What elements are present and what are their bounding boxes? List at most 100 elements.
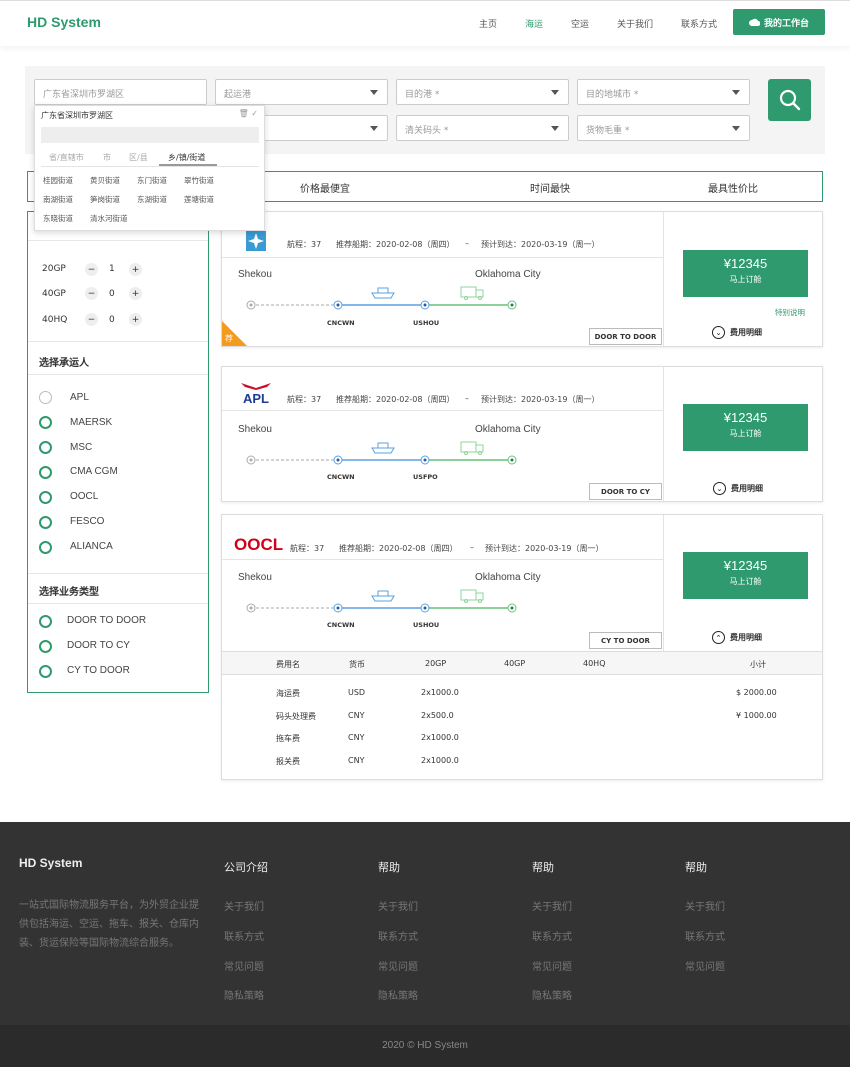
carrier-label[interactable]: MAERSK xyxy=(70,417,112,428)
service-label[interactable]: CY TO DOOR xyxy=(67,665,130,676)
footer-link[interactable]: 联系方式 xyxy=(224,928,264,943)
site-logo[interactable]: HD System xyxy=(27,14,101,30)
workbench-button[interactable]: 我的工作台 xyxy=(733,9,825,35)
footer-link[interactable]: 隐私策略 xyxy=(532,987,572,1002)
origin-city: Shekou xyxy=(238,424,272,435)
service-type-tag: DOOR TO CY xyxy=(589,483,662,500)
fee-detail-toggle[interactable]: ⌄ 费用明细 xyxy=(712,326,762,339)
trash-icon[interactable]: 🗑 xyxy=(239,109,249,118)
check-icon[interactable]: ✓ xyxy=(251,109,258,118)
carrier-radio[interactable] xyxy=(39,416,52,429)
sail-date: 推荐船期：2020-02-08（周四） xyxy=(339,544,458,553)
minus-button[interactable]: − xyxy=(85,287,98,300)
book-button[interactable]: ¥12345 马上订舱 xyxy=(683,250,808,297)
carrier-label[interactable]: ALIANCA xyxy=(70,541,113,552)
street-option[interactable]: 南湖街道 xyxy=(43,194,73,205)
workbench-label: 我的工作台 xyxy=(763,18,809,29)
dropdown-search-bar[interactable] xyxy=(41,127,259,143)
arrival-date: 预计到达：2020-03-19（周一） xyxy=(485,544,604,553)
footer-link[interactable]: 联系方式 xyxy=(532,928,572,943)
service-radio[interactable] xyxy=(39,615,52,628)
service-radio[interactable] xyxy=(39,665,52,678)
top-header: HD System 主页 海运 空运 关于我们 联系方式 我的工作台 xyxy=(0,0,850,46)
street-option[interactable]: 东门街道 xyxy=(137,175,167,186)
carrier-label[interactable]: APL xyxy=(70,392,89,403)
col-currency: 货币 xyxy=(349,660,365,669)
street-option[interactable]: 东湖街道 xyxy=(137,194,167,205)
sort-cheapest[interactable]: 价格最便宜 xyxy=(300,180,350,195)
footer-link[interactable]: 关于我们 xyxy=(378,898,418,913)
footer-link[interactable]: 隐私策略 xyxy=(378,987,418,1002)
nav-contact[interactable]: 联系方式 xyxy=(681,17,717,30)
tab-street[interactable]: 乡/镇/街道 xyxy=(168,152,205,163)
footer-link[interactable]: 常见问题 xyxy=(224,958,264,973)
carrier-radio[interactable] xyxy=(39,441,52,454)
street-option[interactable]: 翠竹街道 xyxy=(184,175,214,186)
plus-button[interactable]: + xyxy=(129,313,142,326)
minus-button[interactable]: − xyxy=(85,313,98,326)
cargo-weight-placeholder: 货物毛重 * xyxy=(586,126,630,136)
service-radio[interactable] xyxy=(39,640,52,653)
service-label[interactable]: DOOR TO CY xyxy=(67,640,130,651)
street-option[interactable]: 东晓街道 xyxy=(43,213,73,224)
tab-province[interactable]: 省/直辖市 xyxy=(49,152,84,163)
carrier-label[interactable]: FESCO xyxy=(70,516,104,527)
plus-button[interactable]: + xyxy=(129,287,142,300)
footer-link[interactable]: 常见问题 xyxy=(532,958,572,973)
street-option[interactable]: 笋岗街道 xyxy=(90,194,120,205)
container-label: 20GP xyxy=(42,264,66,274)
footer-link[interactable]: 联系方式 xyxy=(378,928,418,943)
nav-air-freight[interactable]: 空运 xyxy=(571,17,589,30)
tab-city[interactable]: 市 xyxy=(103,152,111,163)
street-option[interactable]: 莲塘街道 xyxy=(184,194,214,205)
carrier-label[interactable]: OOCL xyxy=(70,491,98,502)
fee-20gp: 2x1000.0 xyxy=(421,756,459,765)
search-button[interactable] xyxy=(768,79,811,121)
book-label: 马上订舱 xyxy=(729,577,762,586)
sort-fastest[interactable]: 时间最快 xyxy=(530,180,570,195)
fee-detail-toggle[interactable]: ⌃ 费用明细 xyxy=(712,631,762,644)
footer-link[interactable]: 常见问题 xyxy=(685,958,725,973)
cargo-weight-select[interactable]: 货物毛重 * xyxy=(577,115,750,141)
footer-link[interactable]: 关于我们 xyxy=(685,898,725,913)
nav-sea-freight[interactable]: 海运 xyxy=(525,17,543,30)
street-option[interactable]: 清水河街道 xyxy=(90,213,128,224)
origin-port-select[interactable]: 起运港 xyxy=(215,79,388,105)
service-heading: 选择业务类型 xyxy=(39,587,99,598)
carrier-label[interactable]: CMA CGM xyxy=(70,466,118,477)
nav-home[interactable]: 主页 xyxy=(479,17,497,30)
clear-port-select[interactable]: 清关码头 * xyxy=(396,115,569,141)
book-button[interactable]: ¥12345 马上订舱 xyxy=(683,552,808,599)
plus-button[interactable]: + xyxy=(129,263,142,276)
minus-button[interactable]: − xyxy=(85,263,98,276)
book-label: 马上订舱 xyxy=(729,429,762,438)
footer-link[interactable]: 隐私策略 xyxy=(224,987,264,1002)
street-option[interactable]: 黄贝街道 xyxy=(90,175,120,186)
book-button[interactable]: ¥12345 马上订舱 xyxy=(683,404,808,451)
col-40gp: 40GP xyxy=(504,659,526,668)
chevron-down-icon xyxy=(732,90,740,95)
street-option[interactable]: 桂园街道 xyxy=(43,175,73,186)
tab-district[interactable]: 区/县 xyxy=(129,152,148,163)
footer-link[interactable]: 常见问题 xyxy=(378,958,418,973)
special-note-link[interactable]: 特别说明 xyxy=(775,307,805,318)
footer-link[interactable]: 关于我们 xyxy=(532,898,572,913)
carrier-label[interactable]: MSC xyxy=(70,442,92,453)
nav-about[interactable]: 关于我们 xyxy=(617,17,653,30)
carrier-radio[interactable] xyxy=(39,516,52,529)
service-label[interactable]: DOOR TO DOOR xyxy=(67,615,146,626)
carrier-radio[interactable] xyxy=(39,491,52,504)
price: ¥12345 xyxy=(723,256,768,271)
carrier-radio[interactable] xyxy=(39,466,52,479)
fee-currency: USD xyxy=(348,688,366,697)
footer-link[interactable]: 关于我们 xyxy=(224,898,264,913)
footer-link[interactable]: 联系方式 xyxy=(685,928,725,943)
dest-city-select[interactable]: 目的地城市 * xyxy=(577,79,750,105)
fee-detail-toggle[interactable]: ⌄ 费用明细 xyxy=(713,482,763,495)
carrier-radio[interactable] xyxy=(39,541,52,554)
origin-city-select[interactable]: 广东省深圳市罗湖区 xyxy=(34,79,207,105)
sort-best-value[interactable]: 最具性价比 xyxy=(708,180,758,195)
fee-20gp: 2x1000.0 xyxy=(421,688,459,697)
dest-port-select[interactable]: 目的港 * xyxy=(396,79,569,105)
carrier-radio[interactable] xyxy=(39,391,52,404)
